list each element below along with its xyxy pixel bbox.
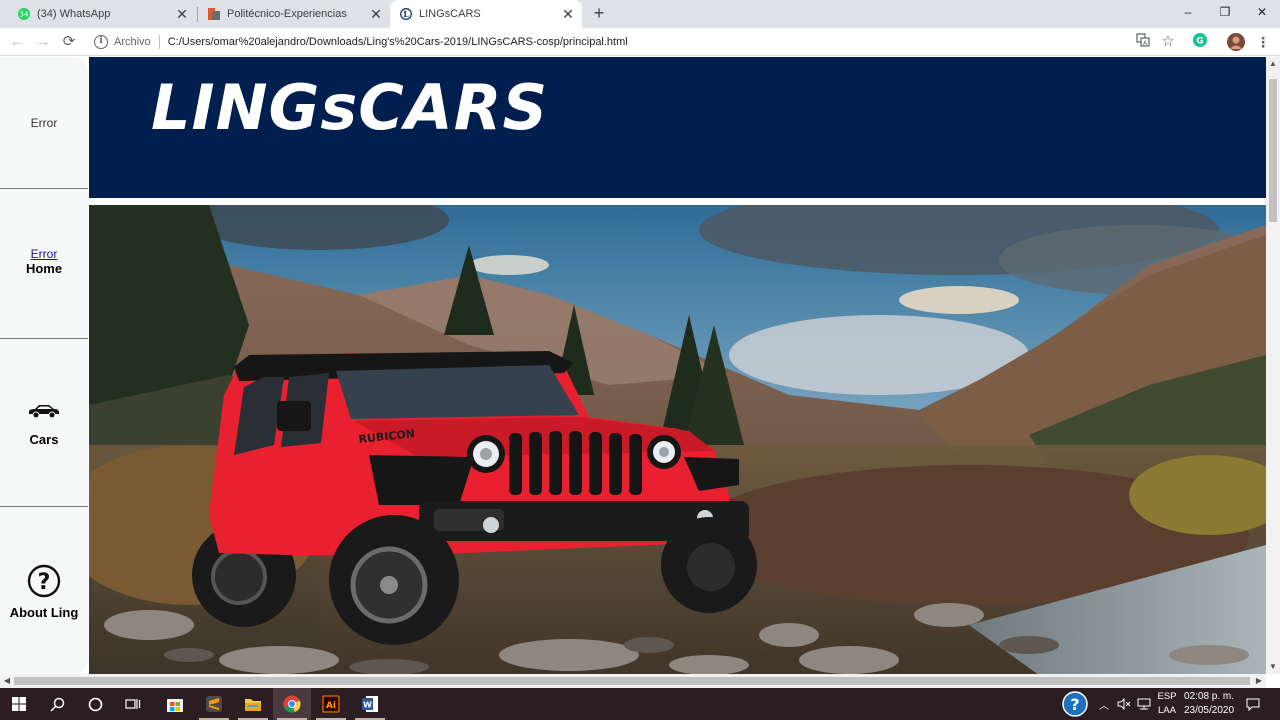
vertical-scroll-thumb[interactable] xyxy=(1269,79,1277,222)
page-viewport: Error Error Home Cars ? About Ling LINGs… xyxy=(0,57,1266,674)
close-tab-icon[interactable]: ✕ xyxy=(560,6,576,23)
svg-text:L: L xyxy=(403,9,409,19)
sidebar-item-cars[interactable]: Cars xyxy=(0,403,88,447)
bookmark-star-icon[interactable]: ☆ xyxy=(1159,33,1177,51)
clock-time: 02:08 p. m. xyxy=(1183,691,1235,702)
question-mark-icon: ? xyxy=(27,564,61,598)
close-window-icon[interactable]: ✕ xyxy=(1254,4,1270,20)
svg-text:?: ? xyxy=(38,570,51,595)
tab-lingscars[interactable]: L LINGsCARS ✕ xyxy=(390,0,582,28)
address-bar[interactable]: i Archivo C:/Users/omar%20alejandro/Down… xyxy=(88,30,1188,54)
horizontal-scrollbar[interactable]: ◀ ▶ xyxy=(0,674,1266,688)
politecnico-icon xyxy=(208,8,220,20)
translate-icon[interactable]: A xyxy=(1134,33,1152,51)
cortana-icon[interactable] xyxy=(76,688,114,720)
tab-politecnico[interactable]: Politécnico-Experiencias ✕ xyxy=(198,0,390,28)
grammarly-icon[interactable]: G xyxy=(1191,33,1209,51)
show-hidden-icons-icon[interactable]: ︿ xyxy=(1099,688,1109,720)
volume-muted-icon[interactable] xyxy=(1117,688,1131,720)
sidebar-logo[interactable]: Error xyxy=(0,115,88,130)
site-logo[interactable]: LINGsCARS xyxy=(151,71,548,144)
svg-text:Ai: Ai xyxy=(326,701,336,711)
sidebar-item-label: About Ling xyxy=(9,605,79,620)
task-view-icon[interactable] xyxy=(114,688,152,720)
horizontal-scroll-thumb[interactable] xyxy=(14,677,1250,685)
scroll-right-arrow-icon[interactable]: ▶ xyxy=(1252,674,1266,688)
info-icon[interactable]: i xyxy=(94,35,108,49)
chrome-icon[interactable] xyxy=(273,688,311,720)
sidebar-item-label: Home xyxy=(25,261,63,276)
header-banner: LINGsCARS xyxy=(89,57,1266,198)
input-language-indicator[interactable]: ESP LAA xyxy=(1154,690,1180,718)
sidebar-item-about[interactable]: ? About Ling xyxy=(0,564,88,620)
address-url[interactable]: C:/Users/omar%20alejandro/Downloads/Ling… xyxy=(168,36,628,48)
whatsapp-icon: 34 xyxy=(18,8,30,20)
hero-jeep-image: RUBICON xyxy=(89,205,1266,674)
clock-date: 23/05/2020 xyxy=(1183,705,1235,716)
address-scheme: Archivo xyxy=(114,36,151,48)
forward-arrow-icon[interactable]: → xyxy=(34,33,52,51)
broken-image-logo: Error xyxy=(30,116,58,130)
file-explorer-icon[interactable] xyxy=(234,688,272,720)
help-icon[interactable]: ? xyxy=(1062,688,1088,720)
close-tab-icon[interactable]: ✕ xyxy=(368,6,384,23)
browser-tab-strip: 34 (34) WhatsApp ✕ Politécnico-Experienc… xyxy=(0,0,1280,28)
sublime-text-icon[interactable] xyxy=(195,688,233,720)
address-separator xyxy=(158,35,160,49)
search-icon[interactable] xyxy=(38,688,76,720)
system-clock[interactable]: 02:08 p. m. 23/05/2020 xyxy=(1182,690,1236,718)
page-logo-icon: L xyxy=(400,8,412,20)
action-center-icon[interactable] xyxy=(1246,688,1260,720)
reload-icon[interactable]: ⟳ xyxy=(60,33,78,51)
vertical-scrollbar[interactable]: ▲ ▼ xyxy=(1266,57,1280,674)
svg-text:G: G xyxy=(1196,37,1203,47)
tab-title: (34) WhatsApp xyxy=(37,8,111,20)
scroll-up-arrow-icon[interactable]: ▲ xyxy=(1266,57,1280,71)
menu-kebab-icon[interactable]: ⋮ xyxy=(1254,33,1272,51)
sidebar-item-home[interactable]: Error Home xyxy=(0,247,88,276)
profile-avatar-icon[interactable] xyxy=(1227,33,1245,51)
back-arrow-icon[interactable]: ← xyxy=(8,33,26,51)
svg-text:34: 34 xyxy=(20,11,29,19)
sidebar-nav: Error Error Home Cars ? About Ling xyxy=(0,57,88,674)
sidebar-divider xyxy=(0,188,88,189)
microsoft-store-icon[interactable] xyxy=(156,688,194,720)
broken-image-home-icon[interactable]: Error xyxy=(0,247,88,261)
new-tab-button[interactable]: + xyxy=(590,3,608,23)
network-icon[interactable] xyxy=(1137,688,1151,720)
word-icon[interactable]: W xyxy=(351,688,389,720)
illustrator-icon[interactable]: Ai xyxy=(312,688,350,720)
svg-text:?: ? xyxy=(1070,695,1079,714)
windows-taskbar: Ai W ? ︿ ESP LAA 02:08 p. m. 23/05/2020 xyxy=(0,688,1280,720)
windows-start-icon[interactable] xyxy=(0,688,38,720)
tab-title: Politécnico-Experiencias xyxy=(227,8,347,20)
scroll-down-arrow-icon[interactable]: ▼ xyxy=(1266,660,1280,674)
car-icon xyxy=(29,405,59,419)
tab-title: LINGsCARS xyxy=(419,8,481,20)
sidebar-divider xyxy=(0,506,88,507)
sidebar-item-label: Cars xyxy=(29,432,59,447)
svg-text:W: W xyxy=(363,701,372,710)
close-tab-icon[interactable]: ✕ xyxy=(174,6,190,23)
browser-toolbar: ← → ⟳ i Archivo C:/Users/omar%20alejandr… xyxy=(0,28,1280,56)
keyboard-layout-code: LAA xyxy=(1158,705,1176,716)
scroll-left-arrow-icon[interactable]: ◀ xyxy=(0,674,14,688)
language-code: ESP xyxy=(1157,691,1177,702)
minimize-icon[interactable]: – xyxy=(1180,4,1196,20)
maximize-icon[interactable]: ❐ xyxy=(1217,4,1233,20)
tab-whatsapp[interactable]: 34 (34) WhatsApp ✕ xyxy=(0,0,196,28)
sidebar-divider xyxy=(0,338,88,339)
